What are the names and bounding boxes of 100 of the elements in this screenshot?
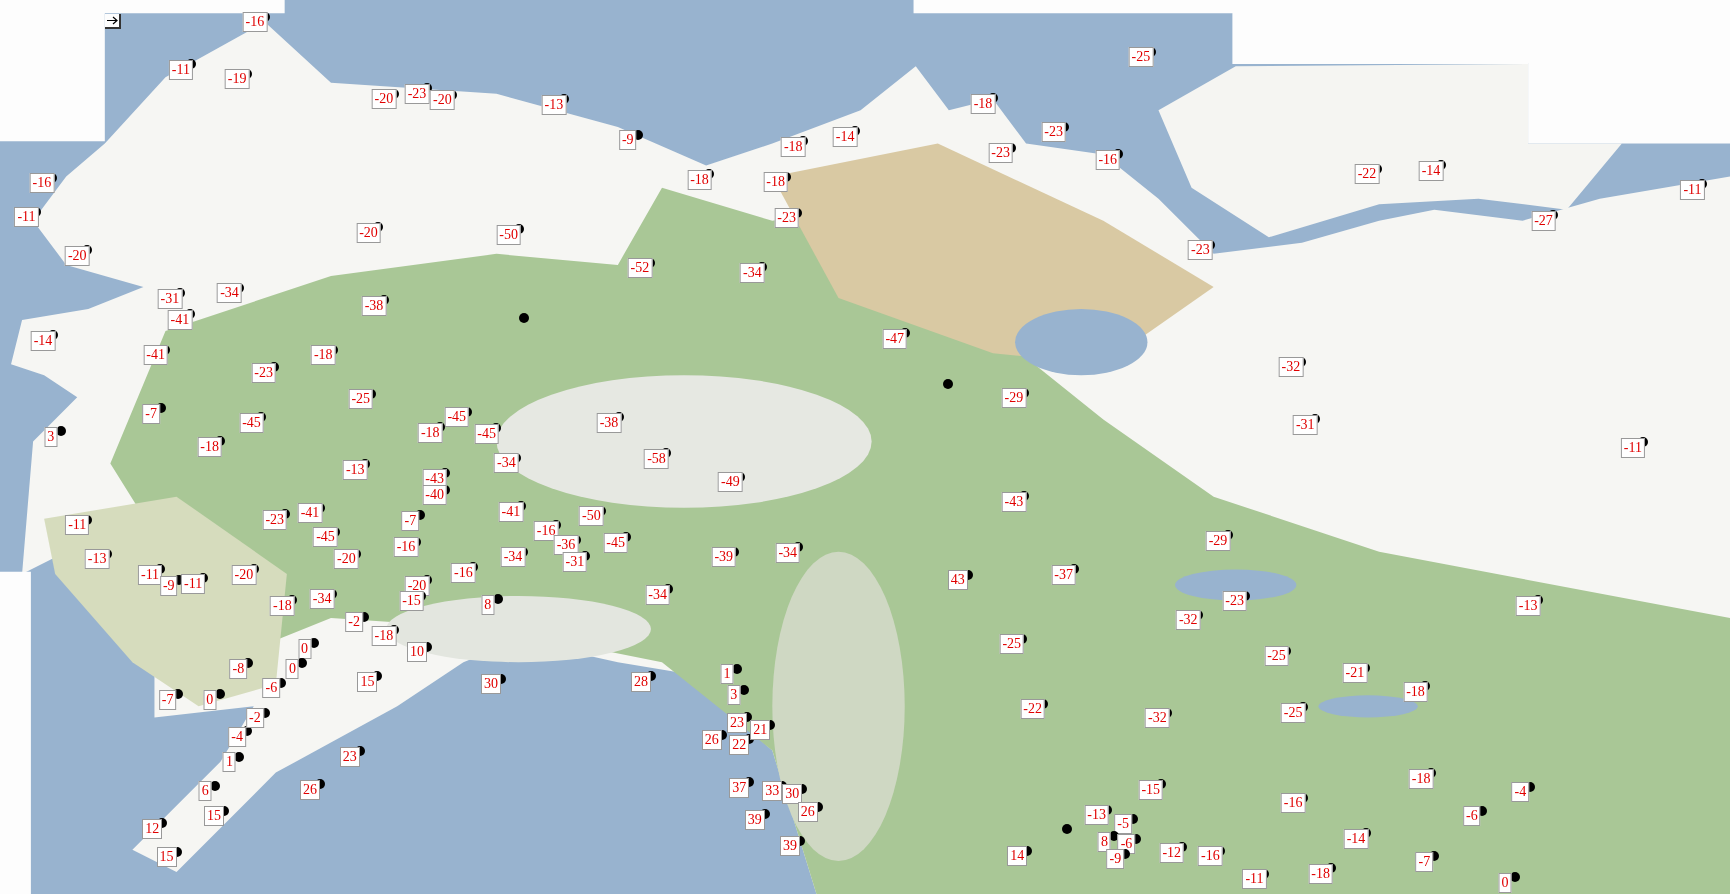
station-dot: [1061, 823, 1072, 834]
temperature-label: 6: [198, 781, 212, 802]
temperature-label: -41: [498, 501, 524, 522]
temperature-label: -6: [262, 678, 281, 699]
temperature-label: -15: [399, 591, 424, 612]
temperature-label: 30: [782, 784, 803, 805]
temperature-label: -8: [229, 658, 248, 679]
temperature-label: -20: [371, 89, 397, 110]
temperature-label: -25: [1128, 47, 1154, 68]
temperature-label: -45: [474, 423, 499, 444]
temperature-label: -39: [711, 547, 737, 568]
temperature-label: -22: [1354, 164, 1380, 185]
temperature-label: -18: [1308, 863, 1333, 884]
temperature-label: -16: [393, 537, 419, 558]
temperature-label: -2: [246, 708, 264, 729]
temperature-label: 15: [156, 847, 177, 868]
temperature-label: -32: [1175, 610, 1201, 631]
temperature-label: 23: [727, 712, 747, 733]
temperature-label: 21: [750, 720, 771, 741]
temperature-label: -18: [1408, 768, 1434, 789]
temperature-label: -38: [596, 412, 622, 433]
temperature-label: -32: [1278, 357, 1304, 378]
temperature-label: -9: [1106, 849, 1125, 870]
temperature-label: -13: [342, 460, 368, 480]
temperature-label: -20: [64, 245, 90, 266]
temperature-label: -11: [168, 59, 193, 80]
temperature-label: -20: [334, 549, 359, 570]
temperature-label: -16: [29, 173, 55, 194]
temperature-label: -23: [774, 208, 799, 229]
temperature-label: -32: [1145, 708, 1170, 729]
temperature-label: -20: [430, 90, 455, 111]
temperature-label: 28: [631, 671, 651, 692]
temperature-label: 15: [204, 806, 225, 827]
temperature-label: -47: [882, 328, 908, 349]
temperature-label: -34: [309, 589, 335, 610]
temperature-label: -49: [718, 472, 743, 493]
temperature-label: 26: [300, 779, 321, 800]
temperature-label: -18: [780, 136, 806, 157]
temperature-label: -20: [231, 564, 257, 585]
temperature-label: -34: [217, 283, 242, 304]
temperature-label: 26: [797, 802, 818, 823]
temperature-label: 1: [720, 664, 734, 685]
temperature-label: -7: [142, 403, 160, 424]
temperature-label: -31: [562, 551, 588, 572]
temperature-label: -45: [239, 412, 264, 433]
temperature-label: -11: [1620, 437, 1645, 458]
temperature-label: -45: [444, 407, 470, 428]
temperature-label: -50: [579, 506, 604, 527]
arrow-button[interactable]: [105, 14, 121, 29]
temperature-label: -2: [345, 612, 363, 633]
temperature-label: 43: [947, 570, 968, 591]
temperature-label: -13: [84, 549, 110, 570]
temperature-label: -34: [500, 547, 526, 568]
temperature-label: 33: [762, 781, 783, 802]
temperature-label: -36: [553, 535, 579, 556]
temperature-label: 30: [480, 674, 501, 695]
temperature-label: -29: [1205, 530, 1231, 551]
temperature-label: -41: [297, 503, 323, 524]
temperature-label: -18: [270, 595, 295, 616]
temperature-label: -23: [251, 362, 276, 383]
temperature-label: -50: [496, 225, 521, 245]
temperature-label: -11: [1242, 869, 1267, 890]
temperature-label: -25: [1264, 646, 1289, 667]
temperature-label: -21: [1342, 663, 1368, 683]
temperature-label: -16: [451, 562, 476, 583]
temperature-label: -13: [1515, 595, 1541, 616]
temperature-label: -45: [603, 532, 628, 553]
temperature-label: -16: [1280, 793, 1306, 814]
temperature-label: -11: [181, 573, 206, 594]
temperature-label: 10: [407, 642, 428, 663]
temperature-label: -11: [137, 564, 163, 585]
temperature-label: -4: [1511, 782, 1530, 803]
temperature-label: -25: [348, 389, 374, 410]
temperature-label: -41: [143, 345, 168, 366]
temperature-label: -14: [1343, 828, 1369, 849]
temperature-label: -23: [404, 83, 430, 104]
temperature-label: -23: [1222, 591, 1247, 612]
temperature-label: -5: [1114, 814, 1132, 835]
temperature-label: -18: [763, 172, 788, 193]
temperature-label: -13: [541, 94, 567, 115]
temperature-label: -11: [65, 515, 90, 536]
temperature-label: -18: [197, 436, 222, 457]
temperature-label: -22: [1020, 699, 1046, 720]
station-dot: [519, 312, 530, 323]
temperature-label: -37: [1051, 564, 1076, 585]
station-dot: [210, 780, 221, 791]
temperature-label: -18: [310, 345, 336, 366]
temperature-label: -23: [988, 143, 1014, 164]
temperature-label: -12: [1159, 842, 1185, 863]
temperature-label: -52: [627, 258, 653, 279]
temperature-label: -27: [1531, 210, 1556, 231]
temperature-label: -11: [14, 207, 39, 228]
station-dot: [942, 378, 953, 389]
temperature-label: 14: [1007, 846, 1028, 867]
temperature-label: -4: [228, 727, 247, 747]
temperature-label: -15: [1138, 779, 1164, 800]
temperature-label: -31: [1292, 414, 1318, 435]
temperature-label: -29: [1001, 388, 1027, 409]
temperature-label: -25: [1280, 702, 1306, 723]
temperature-label: -14: [832, 126, 858, 147]
